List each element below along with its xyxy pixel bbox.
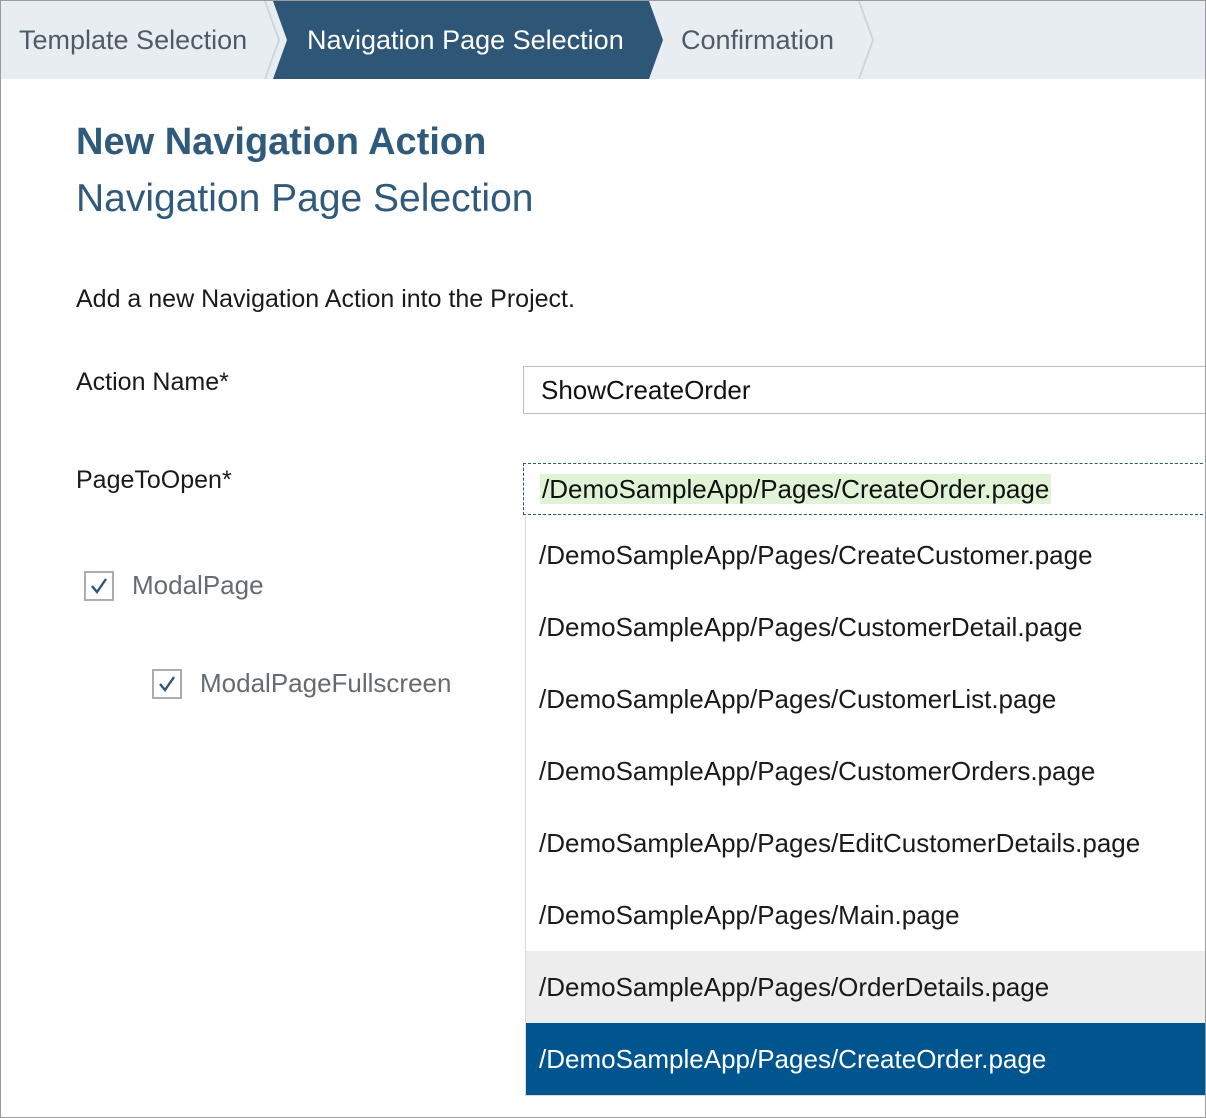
page-to-open-combobox[interactable]: /DemoSampleApp/Pages/CreateOrder.page [523,463,1205,515]
modal-fullscreen-checkbox-row[interactable]: ModalPageFullscreen [152,668,451,699]
page-dropdown-list: /DemoSampleApp/Pages/CreateCustomer.page… [525,517,1205,1096]
page-description: Add a new Navigation Action into the Pro… [76,285,575,313]
page-subtitle: Navigation Page Selection [76,177,534,220]
dropdown-option[interactable]: /DemoSampleApp/Pages/Main.page [526,879,1205,951]
dropdown-option[interactable]: /DemoSampleApp/Pages/CreateCustomer.page [526,519,1205,591]
modal-page-checkbox-row[interactable]: ModalPage [84,570,264,601]
page-to-open-value: /DemoSampleApp/Pages/CreateOrder.page [540,474,1052,504]
step-navigation-page-selection[interactable]: Navigation Page Selection [273,1,663,79]
wizard-dialog: Template Selection Navigation Page Selec… [0,0,1206,1118]
page-title: New Navigation Action [76,121,487,163]
checkmark-icon [91,577,107,594]
step-separator-icon [263,1,283,79]
action-name-input[interactable]: ShowCreateOrder [523,366,1205,414]
modal-fullscreen-label: ModalPageFullscreen [200,668,452,698]
dropdown-option-hovered[interactable]: /DemoSampleApp/Pages/OrderDetails.page [526,951,1205,1023]
action-name-label: Action Name* [76,368,229,396]
step-label: Template Selection [19,24,248,55]
page-to-open-label: PageToOpen* [76,466,232,494]
modal-fullscreen-checkbox[interactable] [152,668,182,699]
dropdown-option[interactable]: /DemoSampleApp/Pages/CustomerList.page [526,663,1205,735]
step-label: Navigation Page Selection [307,24,624,55]
modal-page-checkbox[interactable] [84,570,114,601]
dropdown-option-selected[interactable]: /DemoSampleApp/Pages/CreateOrder.page [526,1023,1205,1095]
dropdown-option[interactable]: /DemoSampleApp/Pages/CustomerDetail.page [526,591,1205,663]
wizard-step-bar: Template Selection Navigation Page Selec… [1,1,1205,79]
dropdown-option[interactable]: /DemoSampleApp/Pages/CustomerOrders.page [526,735,1205,807]
step-label: Confirmation [681,24,835,55]
step-template-selection[interactable]: Template Selection [19,1,247,79]
dropdown-option[interactable]: /DemoSampleApp/Pages/EditCustomerDetails… [526,807,1205,879]
action-name-value: ShowCreateOrder [541,375,751,405]
checkmark-icon [159,675,175,692]
modal-page-label: ModalPage [132,570,264,600]
step-separator-icon [857,1,877,79]
step-confirmation[interactable]: Confirmation [681,1,834,79]
